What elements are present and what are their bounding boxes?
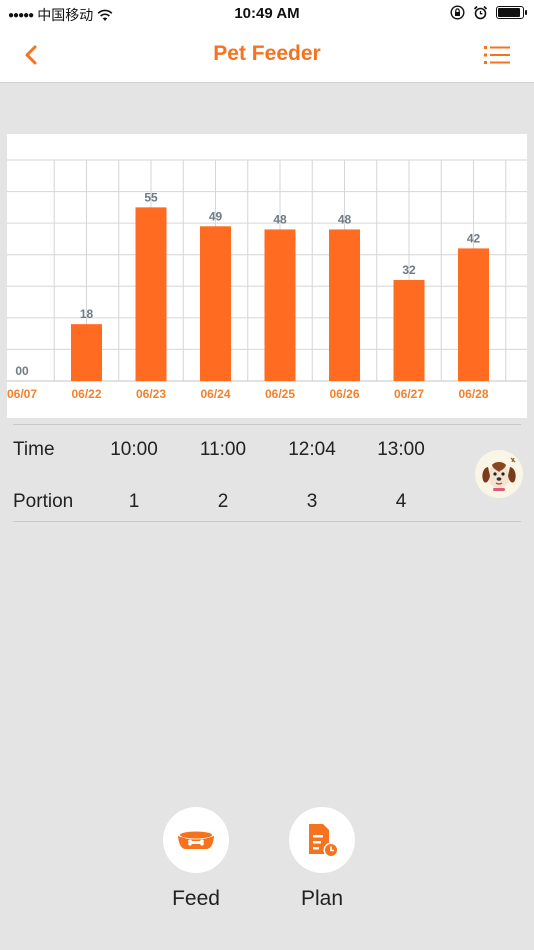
schedule-time: 13:00 xyxy=(377,439,425,460)
status-icons xyxy=(450,5,527,20)
status-bar: ●●●●● 中国移动 10:49 AM xyxy=(0,0,534,28)
navigation-bar: Pet Feeder xyxy=(0,28,534,83)
chart-bar xyxy=(329,229,360,381)
page-title: Pet Feeder xyxy=(213,42,321,65)
chart-bar xyxy=(71,324,102,381)
x-tick-label: 06/26 xyxy=(329,387,359,401)
x-tick-label: 06/24 xyxy=(200,387,230,401)
feeding-schedule-table: Time 10:00 11:00 12:04 13:00 Portion 1 2… xyxy=(13,424,521,522)
plan-button-circle[interactable] xyxy=(289,807,355,873)
list-menu-icon[interactable] xyxy=(482,41,512,69)
schedule-time: 12:04 xyxy=(288,439,336,460)
back-chevron-icon[interactable] xyxy=(18,41,46,69)
bar-value-label: 00 xyxy=(15,364,29,378)
orientation-lock-icon xyxy=(450,5,465,20)
feed-button-circle[interactable] xyxy=(163,807,229,873)
bar-value-label: 32 xyxy=(402,263,416,277)
x-tick-label: 06/27 xyxy=(394,387,424,401)
feed-button[interactable]: Feed xyxy=(151,807,241,917)
bar-value-label: 48 xyxy=(338,212,352,226)
plan-label: Plan xyxy=(300,887,344,910)
bar-value-label: 55 xyxy=(144,190,158,204)
schedule-portion: 2 xyxy=(217,491,229,512)
pet-bowl-icon xyxy=(178,831,214,849)
chart-bar xyxy=(135,207,167,381)
battery-icon xyxy=(496,6,527,19)
schedule-portion: 4 xyxy=(395,491,407,512)
x-tick-label: 06/25 xyxy=(265,387,295,401)
time-row-label: Time xyxy=(13,439,55,460)
bar-value-label: 42 xyxy=(467,231,481,245)
portion-row: Portion 1 2 3 4 xyxy=(13,487,521,517)
bar-value-label: 48 xyxy=(273,212,287,226)
x-tick-label: 06/07 xyxy=(7,387,37,401)
feed-label: Feed xyxy=(172,887,220,910)
dog-face-icon xyxy=(482,457,516,491)
x-tick-label: 06/28 xyxy=(458,387,488,401)
plan-button[interactable]: Plan xyxy=(277,807,367,917)
time-row: Time 10:00 11:00 12:04 13:00 xyxy=(13,435,521,465)
chart-bar xyxy=(264,229,296,381)
chart-bar xyxy=(200,226,231,381)
schedule-portion: 1 xyxy=(128,491,140,512)
chart-bar xyxy=(458,248,489,381)
feeding-history-chart[interactable]: 00 06/07 18 06/22 55 06/23 49 06/24 48 06/25 48 06/… xyxy=(7,134,527,418)
chart-bar xyxy=(393,279,425,381)
bar-value-label: 49 xyxy=(209,209,223,223)
schedule-document-icon xyxy=(309,824,339,858)
bar-value-label: 18 xyxy=(80,307,94,321)
schedule-time: 10:00 xyxy=(110,439,158,460)
alarm-icon xyxy=(473,5,488,20)
portion-row-label: Portion xyxy=(13,491,74,512)
dog-avatar-icon[interactable] xyxy=(475,450,523,498)
bar-chart: 00 06/07 18 06/22 55 06/23 49 06/24 48 06/25 48 06/… xyxy=(7,159,527,401)
schedule-portion: 3 xyxy=(306,491,318,512)
x-tick-label: 06/22 xyxy=(71,387,101,401)
schedule-time: 11:00 xyxy=(199,439,247,460)
x-tick-label: 06/23 xyxy=(136,387,166,401)
battery-level xyxy=(498,8,520,17)
